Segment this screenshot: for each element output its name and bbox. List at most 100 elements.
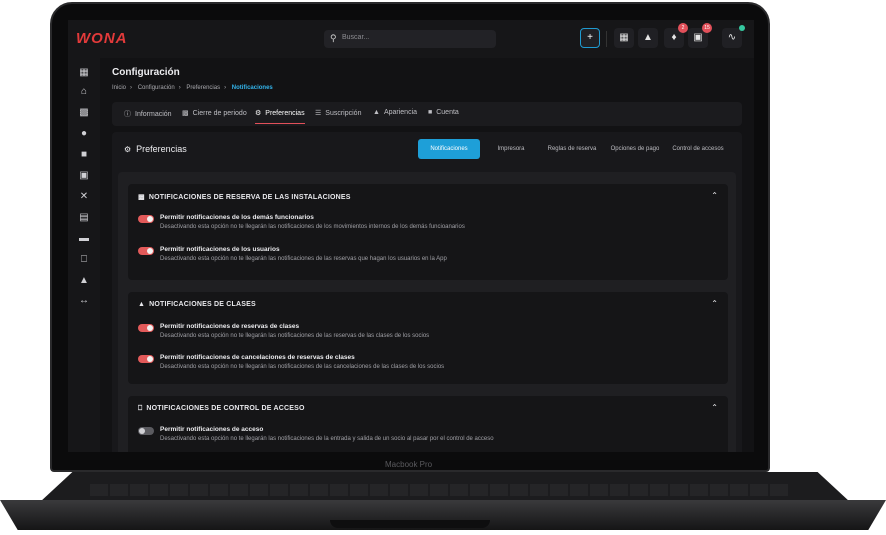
chevron-up-icon[interactable]: ⌃ bbox=[711, 299, 718, 308]
tab-cierre-de-periodo[interactable]: ▩ Cierre de periodo bbox=[182, 109, 247, 117]
home-icon[interactable]: ⌂ bbox=[76, 85, 92, 99]
section-title-text: NOTIFICACIONES DE CONTROL DE ACCESO bbox=[146, 405, 305, 412]
chevron-right-icon: › bbox=[224, 85, 227, 91]
notifications-badge: 2 bbox=[678, 23, 688, 33]
toggle-switch[interactable] bbox=[138, 247, 154, 255]
search-icon: ⚲ bbox=[330, 33, 337, 43]
classes-button[interactable]: ▲ bbox=[638, 28, 658, 48]
logo[interactable]: WONA bbox=[76, 30, 128, 47]
contacts-button[interactable]: ▣ 15 bbox=[688, 23, 712, 48]
tab-informacion[interactable]: ⓘ Información bbox=[124, 109, 172, 119]
chevron-right-icon: › bbox=[130, 85, 133, 91]
breadcrumb-current: Notificaciones bbox=[231, 85, 273, 91]
tab-label: Preferencias bbox=[265, 110, 305, 117]
layers-icon: ☰ bbox=[315, 110, 322, 117]
id-card-icon: ▣ bbox=[693, 32, 703, 43]
store-icon[interactable]: ▣ bbox=[76, 169, 92, 183]
users-icon[interactable]: ● bbox=[76, 127, 92, 141]
tools-icon[interactable]: ✕ bbox=[76, 190, 92, 204]
preferences-title: ⚙ Preferencias bbox=[124, 144, 187, 154]
section-title: ⎕ NOTIFICACIONES DE CONTROL DE ACCESO bbox=[138, 405, 305, 413]
laptop-notch bbox=[330, 520, 490, 528]
tab-label: Suscripción bbox=[325, 110, 362, 117]
section-title: ▩ NOTIFICACIONES DE RESERVA DE LAS INSTAL… bbox=[138, 193, 351, 201]
option-description: Desactivando esta opción no te llegarán … bbox=[160, 436, 494, 442]
calendar-icon[interactable]: ▩ bbox=[76, 106, 92, 120]
option-label: Permitir notificaciones de los usuarios bbox=[160, 246, 280, 253]
calendar-icon: ▦ bbox=[619, 32, 629, 43]
gears-icon: ⚙ bbox=[255, 110, 262, 117]
dumbbell-icon[interactable]: ↔ bbox=[76, 294, 92, 308]
preferences-subtabs: Notificaciones Impresora Reglas de reser… bbox=[418, 139, 728, 159]
tab-preferencias[interactable]: ⚙ Preferencias bbox=[255, 109, 305, 117]
section-control-acceso: ⎕ NOTIFICACIONES DE CONTROL DE ACCESO ⌃ P… bbox=[128, 396, 728, 452]
breadcrumb: Inicio › Configuración › Preferencias › Not… bbox=[112, 85, 277, 91]
toggle-switch[interactable] bbox=[138, 427, 154, 435]
contacts-badge: 15 bbox=[702, 23, 712, 33]
section-reserva-instalaciones: ▩ NOTIFICACIONES DE RESERVA DE LAS INSTAL… bbox=[128, 184, 728, 280]
access-gate-icon[interactable]: ⎕ bbox=[76, 253, 92, 267]
option-description: Desactivando esta opción no te llegarán … bbox=[160, 333, 430, 339]
option-description: Desactivando esta opción no te llegarán … bbox=[160, 224, 465, 230]
status-button[interactable]: ∿ bbox=[722, 25, 745, 48]
graduation-cap-icon: ▲ bbox=[643, 32, 653, 43]
subtab-impresora[interactable]: Impresora bbox=[484, 139, 538, 159]
chevron-up-icon[interactable]: ⌃ bbox=[711, 191, 718, 200]
dashboard-icon[interactable]: ▦ bbox=[76, 66, 92, 80]
device-label: Macbook Pro bbox=[385, 460, 433, 469]
paint-roller-icon: ▲ bbox=[373, 109, 380, 116]
add-user-icon: + bbox=[587, 32, 593, 43]
notifications-button[interactable]: ♦ 2 bbox=[664, 23, 688, 48]
option-description: Desactivando esta opción no te llegarán … bbox=[160, 364, 445, 370]
chevron-right-icon: › bbox=[178, 85, 181, 91]
calendar-button[interactable]: ▦ bbox=[614, 28, 634, 48]
preferences-title-text: Preferencias bbox=[136, 144, 187, 154]
toggle-switch[interactable] bbox=[138, 324, 154, 332]
option-label: Permitir notificaciones de acceso bbox=[160, 426, 264, 433]
option-description: Desactivando esta opción no te llegarán … bbox=[160, 256, 447, 262]
tab-label: Cuenta bbox=[436, 109, 459, 116]
page-title: Configuración bbox=[112, 67, 180, 78]
section-clases: ▲ NOTIFICACIONES DE CLASES ⌃ Permitir not… bbox=[128, 292, 728, 384]
section-title-text: NOTIFICACIONES DE RESERVA DE LAS INSTALA… bbox=[148, 194, 351, 201]
breadcrumb-item[interactable]: Inicio bbox=[112, 85, 126, 91]
chevron-up-icon[interactable]: ⌃ bbox=[711, 403, 718, 412]
pulse-icon: ∿ bbox=[727, 32, 737, 43]
option-label: Permitir notificaciones de cancelaciones… bbox=[160, 354, 355, 361]
toggle-switch[interactable] bbox=[138, 215, 154, 223]
add-user-button[interactable]: + bbox=[580, 28, 600, 48]
chart-icon[interactable]: ▤ bbox=[76, 211, 92, 225]
preferences-panel: ⚙ Preferencias Notificaciones Impresora R… bbox=[112, 132, 742, 452]
tab-suscripcion[interactable]: ☰ Suscripción bbox=[315, 109, 361, 117]
toggle-switch[interactable] bbox=[138, 355, 154, 363]
calendar-icon: ▩ bbox=[182, 110, 189, 117]
gears-icon: ⚙ bbox=[124, 145, 132, 154]
subtab-notificaciones[interactable]: Notificaciones bbox=[418, 139, 480, 159]
sidebar: ▦ ⌂ ▩ ● ■ ▣ ✕ ▤ ▬ ⎕ ▲ ↔ bbox=[68, 58, 100, 452]
top-bar: WONA ⚲ Buscar... + ▦ ▲ ♦ 2 ▣ 15 ∿ bbox=[68, 20, 754, 58]
graduation-cap-icon: ▲ bbox=[138, 301, 146, 308]
lock-icon: ■ bbox=[428, 109, 433, 116]
tab-label: Información bbox=[135, 111, 172, 118]
search-input[interactable]: Buscar... bbox=[342, 34, 369, 41]
tab-cuenta[interactable]: ■ Cuenta bbox=[428, 109, 459, 116]
subtab-opciones-de-pago[interactable]: Opciones de pago bbox=[606, 139, 664, 159]
building-icon[interactable]: ■ bbox=[76, 148, 92, 162]
breadcrumb-item[interactable]: Configuración bbox=[138, 85, 175, 91]
subtab-control-de-accesos[interactable]: Control de accesos bbox=[668, 139, 728, 159]
search-box[interactable]: ⚲ Buscar... bbox=[324, 30, 496, 48]
subtab-reglas-de-reserva[interactable]: Reglas de reserva bbox=[542, 139, 602, 159]
section-title: ▲ NOTIFICACIONES DE CLASES bbox=[138, 301, 256, 308]
breadcrumb-item[interactable]: Preferencias bbox=[186, 85, 220, 91]
tab-apariencia[interactable]: ▲ Apariencia bbox=[373, 109, 417, 116]
bell-icon: ♦ bbox=[671, 32, 677, 43]
graduation-cap-icon[interactable]: ▲ bbox=[76, 274, 92, 288]
credit-card-icon[interactable]: ▬ bbox=[76, 232, 92, 246]
online-status-dot bbox=[739, 25, 745, 31]
divider bbox=[606, 31, 607, 47]
option-label: Permitir notificaciones de reservas de c… bbox=[160, 323, 300, 330]
screen: WONA ⚲ Buscar... + ▦ ▲ ♦ 2 ▣ 15 ∿ ▦ ⌂ ▩ … bbox=[68, 20, 754, 452]
info-icon: ⓘ bbox=[124, 111, 131, 118]
section-title-text: NOTIFICACIONES DE CLASES bbox=[149, 301, 256, 308]
access-gate-icon: ⎕ bbox=[138, 405, 143, 412]
